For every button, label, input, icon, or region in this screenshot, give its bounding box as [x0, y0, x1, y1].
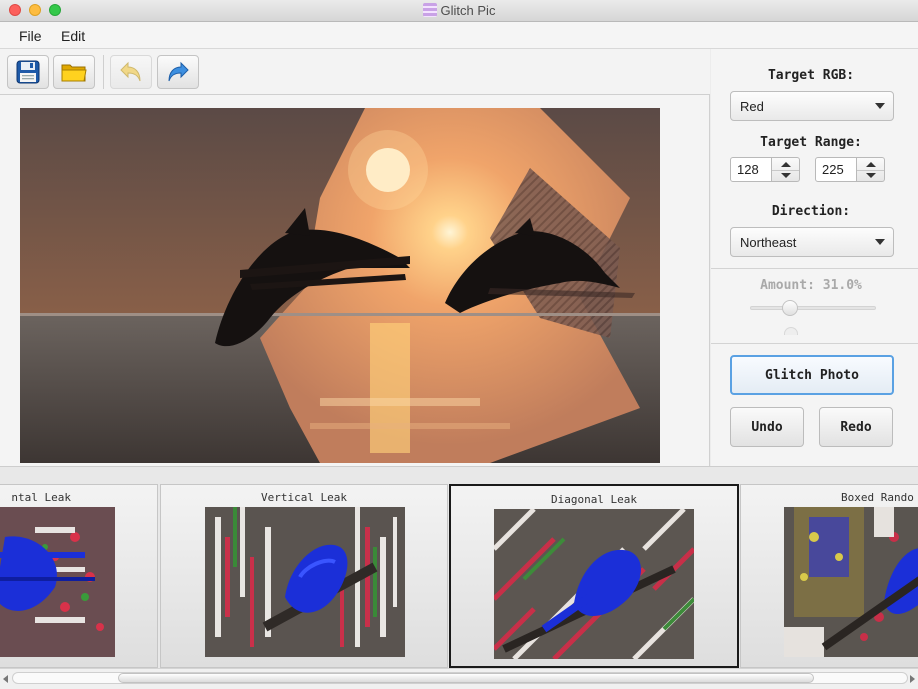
filter-label: Boxed Rando [841, 491, 914, 504]
panel-divider [711, 343, 918, 344]
filter-thumb-vertical-leak[interactable]: Vertical Leak [160, 484, 448, 668]
redo-icon [168, 61, 189, 82]
redo-button[interactable] [157, 55, 199, 89]
glitch-photo-button[interactable]: Glitch Photo [730, 355, 894, 395]
range-min-value[interactable]: 128 [730, 157, 772, 182]
target-rgb-label: Target RGB: [767, 68, 855, 83]
amount-slider[interactable] [750, 306, 876, 310]
scroll-right-icon[interactable] [910, 675, 915, 683]
scroll-thumb[interactable] [118, 673, 814, 683]
toolbar [0, 49, 710, 95]
open-button[interactable] [53, 55, 95, 89]
range-min-spinner[interactable]: 128 [730, 157, 800, 182]
slider-thumb-shadow [784, 327, 798, 335]
image-canvas [0, 95, 710, 466]
range-min-arrows[interactable] [772, 157, 800, 182]
filter-scrollbar[interactable] [0, 668, 918, 689]
range-max-spinner[interactable]: 225 [815, 157, 885, 182]
folder-icon [61, 64, 87, 82]
target-rgb-value: Red [740, 99, 764, 114]
redo-action-button[interactable]: Redo [819, 407, 893, 447]
arrow-down-icon[interactable] [866, 173, 876, 178]
target-rgb-select[interactable]: Red [730, 91, 894, 121]
window-title-text: Glitch Pic [440, 3, 496, 18]
scroll-left-icon[interactable] [3, 675, 8, 683]
direction-label: Direction: [771, 204, 851, 219]
window-title: Glitch Pic [0, 3, 918, 18]
menu-edit[interactable]: Edit [61, 28, 85, 44]
filter-label: Diagonal Leak [550, 493, 638, 506]
filter-thumb-boxed-random[interactable]: Boxed Rando [740, 484, 918, 668]
app-icon [422, 3, 437, 17]
filter-preview [784, 507, 918, 657]
direction-value: Northeast [740, 235, 797, 250]
direction-select[interactable]: Northeast [730, 227, 894, 257]
title-bar: Glitch Pic [0, 0, 918, 22]
filter-strip: ntal Leak Vertical Leak Diagonal Leak Bo… [0, 466, 918, 668]
arrow-down-icon[interactable] [781, 173, 791, 178]
save-icon [16, 60, 40, 84]
amount-label: Amount: 31.0% [760, 278, 862, 293]
arrow-up-icon[interactable] [866, 162, 876, 167]
range-max-value[interactable]: 225 [815, 157, 857, 182]
chevron-down-icon [875, 103, 885, 109]
filter-label: ntal Leak [11, 491, 71, 504]
filter-label: Vertical Leak [260, 491, 348, 504]
target-range-label: Target Range: [760, 135, 862, 150]
glitched-photo [20, 108, 660, 463]
menu-file[interactable]: File [19, 28, 42, 44]
toolbar-separator [103, 55, 104, 89]
control-panel: Target RGB: Red Target Range: 128 225 Di… [711, 49, 918, 466]
filter-preview [0, 507, 115, 657]
save-button[interactable] [7, 55, 49, 89]
panel-divider [711, 268, 918, 269]
filter-preview [205, 507, 405, 657]
undo-button[interactable] [110, 55, 152, 89]
menu-bar: File Edit [0, 22, 918, 49]
arrow-up-icon[interactable] [781, 162, 791, 167]
filter-thumb-horizontal-leak[interactable]: ntal Leak [0, 484, 158, 668]
chevron-down-icon [875, 239, 885, 245]
undo-icon [120, 61, 141, 82]
filter-preview [494, 509, 694, 659]
range-max-arrows[interactable] [857, 157, 885, 182]
filter-thumb-diagonal-leak[interactable]: Diagonal Leak [449, 484, 739, 668]
undo-action-button[interactable]: Undo [730, 407, 804, 447]
amount-slider-thumb[interactable] [782, 300, 798, 316]
